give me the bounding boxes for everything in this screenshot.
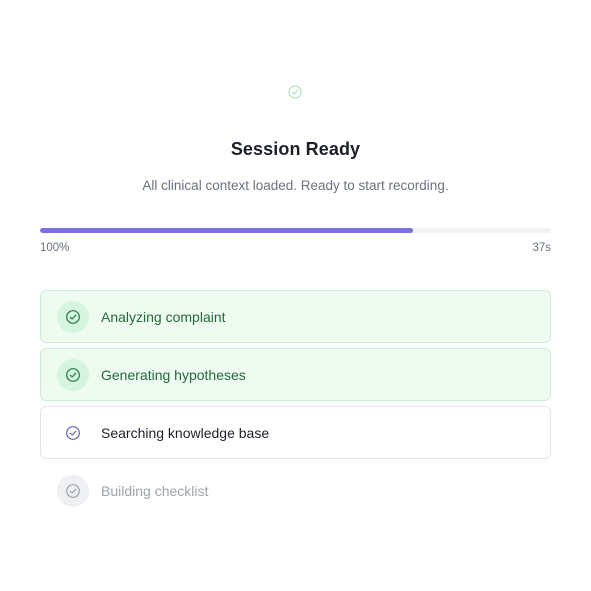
step-analyzing-complaint: Analyzing complaint — [40, 290, 551, 343]
check-circle-icon — [57, 358, 89, 391]
page-title: Session Ready — [230, 139, 361, 159]
step-list: Analyzing complaint Generating hypothese… — [40, 290, 551, 522]
page-subtitle: All clinical context loaded. Ready to st… — [142, 178, 449, 193]
progress-bar-fill — [40, 228, 414, 233]
step-label: Generating hypotheses — [101, 366, 246, 383]
progress-bar — [40, 228, 551, 233]
step-generating-hypotheses: Generating hypotheses — [40, 348, 551, 401]
step-searching-knowledge-base: Searching knowledge base — [40, 406, 551, 459]
check-circle-icon — [288, 85, 302, 99]
step-label: Searching knowledge base — [101, 424, 270, 441]
check-circle-icon — [57, 300, 89, 333]
progress-time-label: 37s — [532, 242, 551, 254]
step-label: Analyzing complaint — [101, 308, 226, 325]
step-building-checklist: Building checklist — [40, 464, 551, 517]
step-label: Building checklist — [101, 482, 209, 499]
check-circle-icon — [57, 474, 89, 507]
check-circle-icon — [57, 417, 89, 449]
progress-percent-label: 100% — [40, 242, 70, 254]
